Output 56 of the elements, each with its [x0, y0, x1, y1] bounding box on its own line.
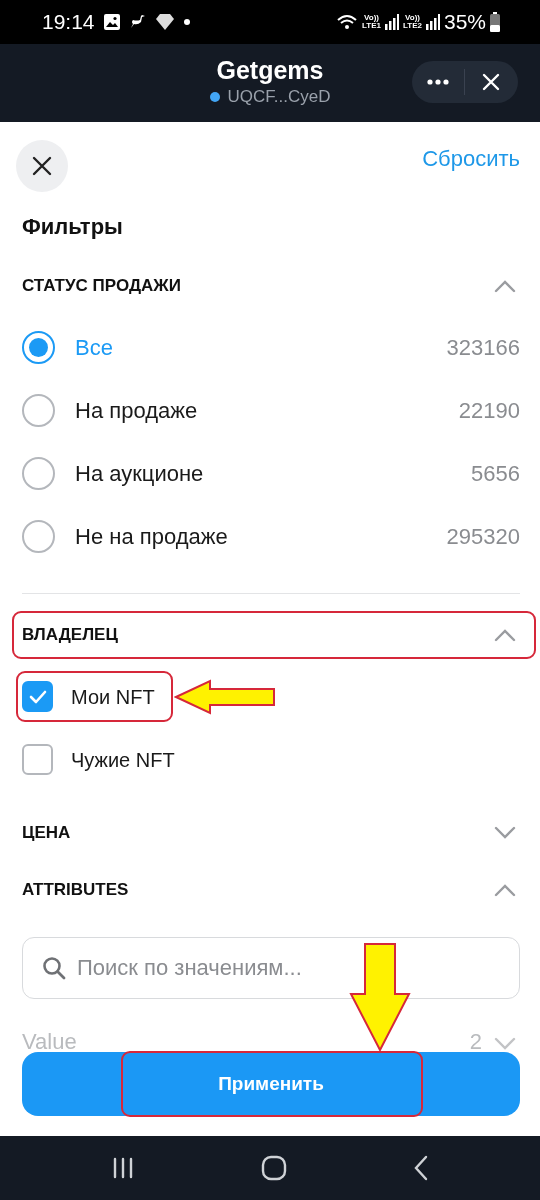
radio-option[interactable]: На продаже 22190 — [22, 379, 520, 442]
option-count: 22190 — [458, 397, 520, 425]
radio-option[interactable]: Не на продаже 295320 — [22, 505, 520, 568]
checkbox-label: Мои NFT — [71, 684, 155, 710]
section-title: СТАТУС ПРОДАЖИ — [22, 275, 181, 298]
checkbox-label: Чужие NFT — [71, 747, 175, 773]
wifi-icon — [336, 13, 359, 31]
radio-option[interactable]: На аукционе 5656 — [22, 442, 520, 505]
option-count: 295320 — [446, 523, 520, 551]
signal-icon — [385, 14, 399, 30]
section-header[interactable]: СТАТУС ПРОДАЖИ — [22, 262, 520, 310]
section-title: ATTRIBUTES — [22, 879, 129, 902]
section-header[interactable]: ATTRIBUTES — [22, 866, 520, 914]
arrow-icon — [349, 942, 411, 1052]
clock-time: 19:14 — [42, 9, 95, 36]
section-header[interactable]: ЦЕНА — [22, 809, 520, 857]
battery-icon — [490, 12, 500, 32]
option-label: На аукционе — [75, 460, 204, 488]
status-dot-icon — [209, 92, 220, 102]
attribute-count: 2 — [469, 1029, 482, 1051]
close-icon — [482, 73, 500, 91]
radio-button[interactable] — [22, 394, 55, 427]
dot-icon — [182, 18, 191, 26]
section-title: ЦЕНА — [22, 822, 71, 845]
option-label: Все — [75, 334, 113, 362]
option-label: Не на продаже — [75, 523, 228, 551]
radio-button[interactable] — [22, 331, 55, 364]
section-header[interactable]: ВЛАДЕЛЕЦ — [12, 611, 536, 659]
search-field[interactable]: Поиск по значениям... — [22, 937, 520, 999]
search-icon — [42, 956, 66, 980]
attribute-label: Value — [22, 1029, 77, 1051]
recent-apps-icon[interactable] — [111, 1156, 135, 1180]
option-count: 323166 — [446, 334, 520, 362]
arrow-icon — [174, 679, 278, 715]
back-icon[interactable] — [413, 1155, 429, 1181]
filters-heading: Фильтры — [22, 213, 124, 241]
image-icon — [102, 13, 121, 31]
battery-percent: 35% — [443, 9, 486, 36]
sim-label: Vo)) LTE1 — [362, 14, 381, 30]
close-button[interactable] — [16, 140, 68, 192]
close-icon — [32, 156, 52, 176]
signal-icon — [425, 14, 440, 30]
more-icon — [427, 79, 449, 85]
diamond-icon — [154, 13, 175, 31]
checkbox[interactable] — [22, 681, 53, 712]
check-icon — [28, 689, 47, 704]
sim-label: Vo)) LTE2 — [403, 14, 422, 30]
option-count: 5656 — [471, 460, 520, 488]
option-label: На продаже — [75, 397, 198, 425]
radio-button[interactable] — [22, 520, 55, 553]
home-icon[interactable] — [261, 1155, 287, 1181]
app-title: Getgems — [216, 56, 324, 85]
radio-button[interactable] — [22, 457, 55, 490]
section-title: ВЛАДЕЛЕЦ — [22, 624, 118, 647]
checkbox[interactable] — [22, 744, 53, 775]
wallet-address: UQCF...CyeD — [227, 86, 331, 109]
